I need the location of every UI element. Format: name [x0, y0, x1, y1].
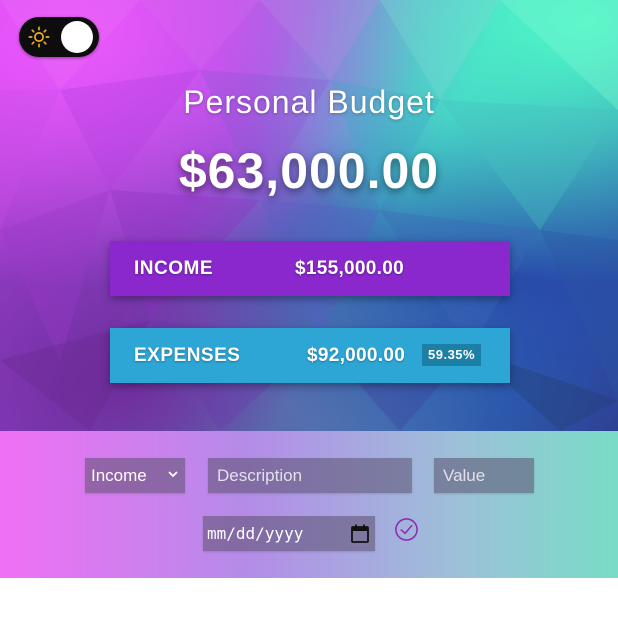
page-title: Personal Budget [183, 84, 435, 120]
calendar-icon[interactable] [351, 524, 369, 543]
income-label: INCOME [134, 258, 213, 279]
available-budget: $63,000.00 [178, 143, 440, 199]
sun-icon [28, 26, 50, 48]
value-placeholder: Value [443, 466, 486, 485]
add-entry-form: Income Description Value mm/dd/yyyy [0, 431, 618, 578]
income-summary: INCOME $155,000.00 [110, 241, 510, 296]
expenses-summary: EXPENSES $92,000.00 59.35% [110, 328, 510, 383]
value-input[interactable]: Value [434, 458, 534, 493]
check-circle-icon[interactable] [394, 517, 419, 542]
theme-toggle[interactable] [19, 17, 99, 57]
expenses-label: EXPENSES [134, 345, 241, 366]
description-placeholder: Description [217, 466, 303, 485]
chevron-down-icon [168, 471, 178, 478]
type-select[interactable]: Income [85, 458, 185, 493]
header-section: Personal Budget $63,000.00 INCOME $155,0… [0, 0, 618, 431]
toggle-knob[interactable] [61, 21, 93, 53]
income-amount: $155,000.00 [295, 258, 404, 279]
type-select-value: Income [91, 466, 147, 485]
description-input[interactable]: Description [208, 458, 412, 493]
expenses-amount: $92,000.00 [307, 345, 406, 366]
expenses-percentage-badge: 59.35% [422, 344, 482, 366]
date-placeholder: mm/dd/yyyy [207, 524, 304, 543]
date-input[interactable]: mm/dd/yyyy [203, 516, 375, 551]
